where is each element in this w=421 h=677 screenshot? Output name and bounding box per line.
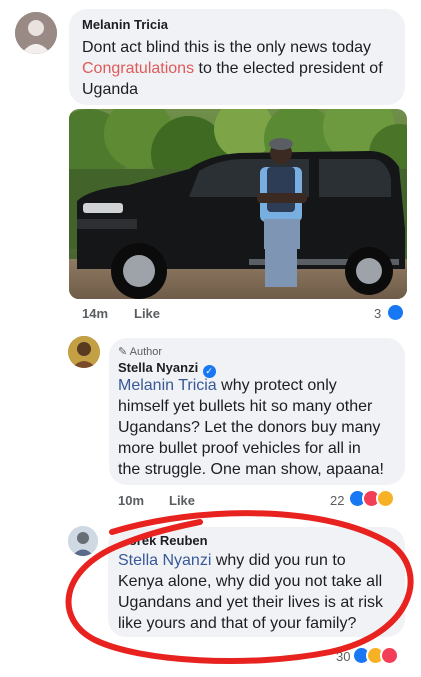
comment-line: like yours and that of your family? — [118, 615, 357, 632]
comment-line-rest: why did you run to — [211, 552, 346, 569]
profile-photo-icon — [68, 526, 98, 556]
reaction-count[interactable]: 3 — [374, 306, 381, 321]
mention-link[interactable]: Melanin Tricia — [118, 377, 217, 394]
mention-link[interactable]: Stella Nyanzi — [118, 552, 211, 569]
profile-photo-icon — [68, 336, 100, 368]
avatar-stella-nyanzi[interactable] — [68, 336, 100, 368]
comment-line: Stella Nyanzi why did you run to — [118, 550, 403, 571]
suv-photo — [69, 109, 407, 299]
author-badge: ✎ Author — [118, 345, 162, 358]
comment-photo[interactable] — [69, 109, 407, 299]
comment-author[interactable]: Melanin Tricia — [82, 17, 168, 32]
comment-author[interactable]: ...orek Reuben — [118, 533, 208, 548]
comment-text: Stella Nyanzi why did you run to Kenya a… — [118, 550, 403, 634]
comment-line-rest: to the elected president of — [194, 60, 383, 77]
comment-line: Kenya alone, why did you not take all — [118, 573, 383, 590]
reaction-count[interactable]: 30 — [336, 649, 350, 664]
comment-line: Ugandans and yet their lives is at risk — [118, 594, 384, 611]
like-reaction-icon — [386, 303, 405, 322]
comment-text: Melanin Tricia why protect only himself … — [118, 375, 403, 480]
comment-line: Uganda — [82, 81, 139, 98]
comment-line: more bullet proof vehicles for all in — [118, 440, 361, 457]
love-reaction-icon — [380, 646, 399, 665]
comment-time: 14m — [82, 306, 109, 321]
comment-line: the struggle. One man show, apaana! — [118, 461, 384, 478]
reaction-count[interactable]: 22 — [330, 493, 344, 508]
comment-author[interactable]: Stella Nyanzi — [118, 360, 198, 375]
comment-line: Ugandans? Let the donors buy many — [118, 419, 381, 436]
comment-line: Congratulations to the elected president… — [82, 58, 402, 79]
pencil-icon: ✎ — [118, 346, 128, 358]
avatar-melanin-tricia[interactable] — [15, 12, 57, 54]
comment-line: himself yet bullets hit so many other — [118, 398, 373, 415]
profile-photo-icon — [15, 12, 57, 54]
author-badge-label: Author — [129, 346, 163, 358]
like-button[interactable]: Like — [169, 493, 195, 508]
comment-line-rest: why protect only — [216, 377, 337, 394]
haha-reaction-icon — [376, 489, 395, 508]
avatar-reuben[interactable] — [68, 526, 98, 556]
like-button[interactable]: Like — [134, 306, 160, 321]
comment-line: Dont act blind this is the only news tod… — [82, 39, 372, 56]
congratulations-link[interactable]: Congratulations — [82, 60, 194, 77]
comment-time: 10m — [118, 493, 145, 508]
comment-line: Melanin Tricia why protect only — [118, 375, 403, 396]
comment-text: Dont act blind this is the only news tod… — [82, 37, 402, 100]
